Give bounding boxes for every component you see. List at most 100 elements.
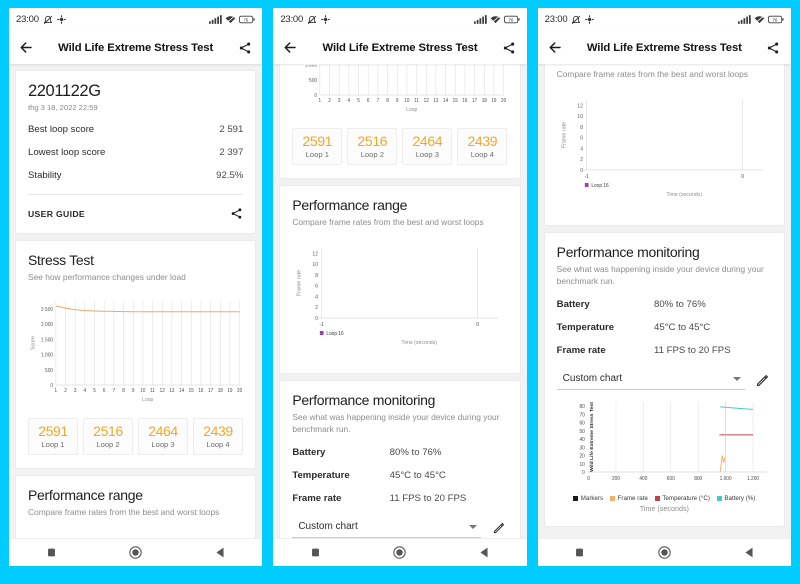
svg-text:0: 0 [316, 316, 319, 322]
svg-text:Loop: Loop [142, 397, 153, 403]
list-item[interactable]: 2464 Loop 3 [402, 128, 453, 165]
legend-label: Markers [580, 495, 604, 503]
share-icon[interactable] [236, 39, 253, 56]
square-recents-icon[interactable] [303, 544, 329, 562]
loop-score-list[interactable]: 2591 Loop 1 2516 Loop 2 2464 Loop 3 2439… [292, 128, 508, 165]
list-item[interactable]: 2516 Loop 2 [347, 128, 398, 165]
custom-chart-select-row[interactable]: Custom chart [556, 370, 772, 391]
square-recents-icon[interactable] [38, 544, 64, 562]
svg-text:800: 800 [694, 476, 702, 482]
stat-row-stability: Stability 92.5% [28, 170, 243, 181]
back-arrow-icon[interactable] [547, 39, 564, 56]
performance-range-chart: 0 2 4 6 8 10 12 -1 0 Frame rate Loop 16 Time (secon… [557, 90, 772, 212]
svg-text:10: 10 [405, 98, 410, 104]
performance-monitoring-subtitle: See what was happening inside your devic… [556, 264, 764, 286]
svg-text:14: 14 [179, 388, 184, 394]
svg-text:17: 17 [208, 388, 213, 394]
list-item[interactable]: 2591 Loop 1 [292, 128, 343, 165]
signal-icon [737, 15, 751, 24]
custom-chart-select-value: Custom chart [562, 373, 623, 385]
list-item[interactable]: 2591 Loop 1 [28, 418, 78, 456]
android-nav-bar [273, 538, 527, 566]
status-bar: 23:00 76 [9, 8, 263, 31]
svg-text:10: 10 [577, 114, 583, 120]
triangle-back-icon[interactable] [471, 544, 497, 562]
share-icon[interactable] [501, 39, 518, 56]
performance-range-card: Performance range Compare frame rates fr… [15, 475, 257, 538]
share-icon[interactable] [765, 39, 782, 56]
list-item[interactable]: 2464 Loop 3 [138, 418, 188, 456]
performance-range-card: Performance range Compare frame rates fr… [279, 185, 521, 375]
performance-range-subtitle: Compare frame rates from the best and wo… [28, 507, 220, 518]
share-icon[interactable] [230, 207, 243, 220]
svg-text:4: 4 [348, 98, 351, 104]
phone-screen-1: 23:00 76 Wild Life Extreme Stress Test 2… [9, 8, 263, 566]
svg-text:12: 12 [313, 252, 319, 258]
pencil-icon[interactable] [490, 522, 508, 534]
stat-row-best: Best loop score 2 591 [28, 124, 243, 135]
back-arrow-icon[interactable] [18, 39, 35, 56]
signal-icon [209, 15, 223, 24]
user-guide-row[interactable]: USER GUIDE [28, 207, 243, 220]
monitor-label: Frame rate [292, 493, 342, 505]
monitor-row-framerate: Frame rate 11 FPS to 20 FPS [292, 493, 507, 504]
scroll-content-2[interactable]: 05001.0001.5002.0002.5001234567891011121… [273, 64, 527, 538]
custom-chart-select-row[interactable]: Custom chart [292, 518, 507, 538]
svg-text:12: 12 [577, 104, 583, 110]
status-bar-right: 76 [473, 15, 520, 24]
chevron-down-icon[interactable] [732, 376, 741, 381]
pencil-icon[interactable] [754, 374, 772, 387]
svg-text:76: 76 [772, 17, 777, 22]
scroll-content-1[interactable]: 2201122G thg 3 18, 2022 22:59 Best loop … [9, 64, 263, 538]
svg-text:80: 80 [579, 404, 585, 410]
circle-home-icon[interactable] [651, 544, 677, 562]
svg-text:8: 8 [580, 125, 583, 131]
monitor-row-battery: Battery 80% to 76% [557, 299, 772, 310]
circle-home-icon[interactable] [387, 544, 413, 562]
list-item[interactable]: 2516 Loop 2 [83, 418, 133, 456]
triangle-back-icon[interactable] [207, 544, 233, 562]
monitor-row-temperature: Temperature 45°C to 45°C [292, 470, 507, 481]
loop-score: 2516 [93, 423, 123, 440]
svg-text:18: 18 [482, 98, 487, 104]
scroll-content-3[interactable]: Compare frame rates from the best and wo… [537, 64, 791, 538]
custom-chart-select[interactable]: Custom chart [292, 518, 481, 538]
svg-text:17: 17 [472, 98, 477, 104]
svg-text:2: 2 [64, 388, 67, 394]
svg-text:Loop: Loop [407, 107, 418, 113]
legend-swatch [610, 496, 616, 502]
phone-screen-2: 23:00 76 Wild Life Extreme Stress Test 0… [273, 8, 527, 566]
stress-test-chart: 05001.0001.5002.0002.5001234567891011121… [28, 293, 243, 411]
svg-text:11: 11 [150, 388, 155, 394]
back-arrow-icon[interactable] [282, 39, 299, 56]
svg-text:9: 9 [396, 98, 399, 104]
performance-range-subtitle: Compare frame rates from the best and wo… [292, 217, 484, 227]
performance-range-card: Compare frame rates from the best and wo… [543, 64, 785, 227]
chevron-down-icon[interactable] [468, 524, 477, 529]
stat-row-lowest: Lowest loop score 2 397 [28, 147, 243, 158]
performance-monitoring-title: Performance monitoring [556, 244, 700, 261]
monitor-label: Temperature [292, 470, 350, 482]
stress-test-title: Stress Test [28, 252, 94, 268]
custom-chart-select-value: Custom chart [298, 521, 358, 533]
list-item[interactable]: 2439 Loop 4 [193, 418, 243, 456]
android-nav-bar [9, 538, 263, 566]
loop-score-list[interactable]: 2591 Loop 1 2516 Loop 2 2464 Loop 3 2439… [28, 418, 243, 456]
stat-label: Lowest loop score [28, 147, 106, 158]
performance-monitoring-subtitle: See what was happening inside your devic… [292, 412, 500, 434]
svg-text:600: 600 [666, 476, 674, 482]
performance-monitoring-card: Performance monitoring See what was happ… [543, 232, 785, 528]
status-bar-right: 76 [209, 15, 255, 24]
svg-text:8: 8 [316, 273, 319, 279]
monitor-value: 80% to 76% [653, 299, 706, 311]
svg-text:0: 0 [587, 476, 590, 482]
stat-value: 2 397 [219, 147, 244, 158]
custom-chart-select[interactable]: Custom chart [556, 370, 745, 391]
list-item[interactable]: 2439 Loop 4 [457, 128, 508, 165]
svg-text:Time (seconds): Time (seconds) [402, 340, 438, 346]
square-recents-icon[interactable] [567, 544, 593, 562]
loop-label: Loop 1 [41, 440, 65, 450]
triangle-back-icon[interactable] [736, 544, 762, 562]
circle-home-icon[interactable] [123, 544, 149, 562]
loop-score: 2439 [467, 133, 498, 149]
